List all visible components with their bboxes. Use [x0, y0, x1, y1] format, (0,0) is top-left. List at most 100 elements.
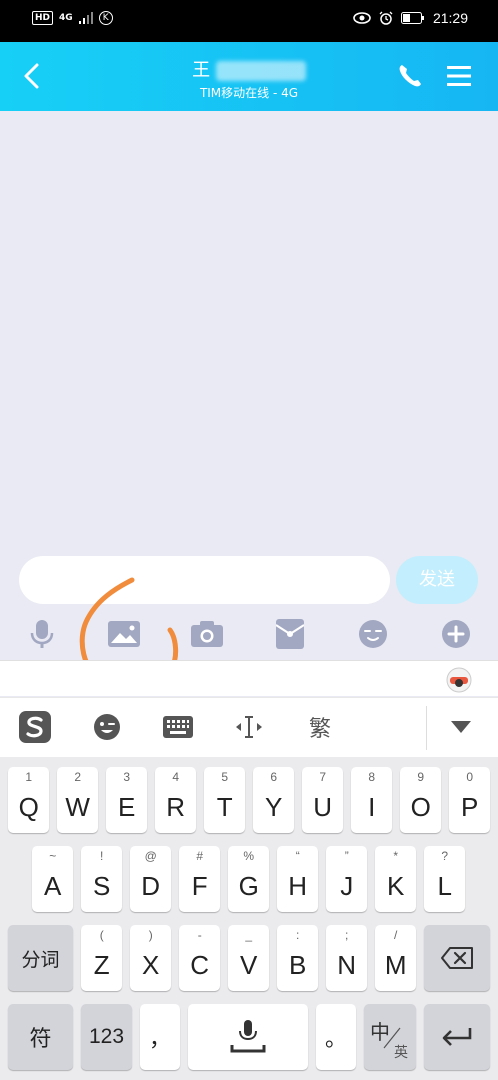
key-z[interactable]: (Z	[81, 925, 123, 991]
message-list[interactable]	[0, 111, 498, 551]
key-f[interactable]: # F	[179, 846, 221, 912]
status-bar: HD 4G K 21:29	[0, 0, 498, 42]
symbol-key[interactable]: 符	[8, 1004, 73, 1070]
key-k[interactable]: * K	[375, 846, 417, 912]
hd-icon: HD	[32, 11, 54, 25]
camera-button[interactable]	[189, 616, 225, 652]
voice-button[interactable]	[24, 616, 60, 652]
enter-key[interactable]	[424, 1004, 490, 1070]
red-packet-button[interactable]	[272, 616, 308, 652]
key-l[interactable]: ? L	[424, 846, 466, 912]
key-sub-label: _	[245, 928, 253, 942]
collapse-keyboard-button[interactable]	[446, 710, 476, 744]
backspace-key[interactable]	[424, 925, 490, 991]
more-button[interactable]	[438, 616, 474, 652]
numbers-key[interactable]: 123	[81, 1004, 132, 1070]
keyboard-icon	[163, 716, 193, 738]
ime-toolbar-divider	[426, 706, 427, 750]
backspace-icon	[441, 947, 473, 969]
image-icon	[108, 621, 140, 647]
eye-icon	[353, 12, 371, 24]
key-main-label: D	[141, 871, 161, 901]
key-g[interactable]: % G	[228, 846, 270, 912]
key-o[interactable]: 9O	[400, 767, 442, 833]
key-d[interactable]: @ D	[130, 846, 172, 912]
status-right: 21:29	[353, 10, 468, 26]
key-sub-label: 5	[221, 770, 229, 784]
key-main-label: U	[313, 792, 333, 822]
key-main-label: I	[368, 792, 376, 822]
period-key-label: 。	[324, 1026, 347, 1051]
key-sub-label: 0	[466, 770, 474, 784]
space-voice-key[interactable]	[188, 1004, 308, 1070]
key-e[interactable]: 3E	[106, 767, 148, 833]
key-t[interactable]: 5T	[204, 767, 246, 833]
key-q[interactable]: 1Q	[8, 767, 50, 833]
key-main-label: N	[337, 950, 357, 980]
cursor-move-icon	[236, 716, 262, 738]
ime-toolbar: 繁	[0, 697, 498, 757]
key-sub-label: 6	[270, 770, 278, 784]
comma-key[interactable]: ，	[140, 1004, 180, 1070]
key-n[interactable]: ; N	[326, 925, 368, 991]
segment-key-label: 分词	[21, 949, 60, 971]
key-sub-label: 8	[368, 770, 376, 784]
key-p[interactable]: 0P	[449, 767, 491, 833]
key-main-label: X	[142, 950, 160, 980]
ime-mascot-icon[interactable]	[446, 667, 472, 693]
chat-title-bar: 王 TIM移动在线 - 4G	[0, 42, 498, 111]
menu-icon[interactable]	[446, 64, 472, 88]
key-main-label: C	[190, 950, 210, 980]
alarm-icon	[379, 11, 393, 25]
key-m[interactable]: / M	[375, 925, 417, 991]
enter-icon	[442, 1028, 472, 1046]
language-switch-key[interactable]: 中 英	[364, 1004, 416, 1070]
triangle-down-icon	[451, 721, 471, 733]
key-main-label: W	[65, 792, 90, 822]
key-j[interactable]: ” J	[326, 846, 368, 912]
message-input[interactable]	[19, 556, 390, 604]
period-key[interactable]: 。	[316, 1004, 356, 1070]
key-sub-label: (	[99, 928, 104, 942]
key-sub-label: ”	[344, 849, 349, 863]
key-w[interactable]: 2W	[57, 767, 99, 833]
key-c[interactable]: -C	[179, 925, 221, 991]
name-blur-mask	[215, 61, 306, 81]
key-sub-label: #	[196, 849, 204, 863]
key-r[interactable]: 4R	[155, 767, 197, 833]
key-h[interactable]: “H	[277, 846, 319, 912]
key-sub-label: !	[100, 849, 104, 863]
key-main-label: A	[44, 871, 62, 901]
key-i[interactable]: 8I	[351, 767, 393, 833]
key-b[interactable]: :B	[277, 925, 319, 991]
comma-key-label: ，	[148, 1026, 171, 1051]
symbol-key-label: 符	[29, 1026, 52, 1051]
key-a[interactable]: ~ A	[32, 846, 74, 912]
key-s[interactable]: ! S	[81, 846, 123, 912]
key-main-label: G	[238, 871, 259, 901]
send-button[interactable]: 发送	[396, 556, 478, 604]
keyboard-switch-button[interactable]	[160, 710, 196, 744]
key-sub-label: 1	[25, 770, 33, 784]
sogou-logo-button[interactable]	[18, 710, 52, 744]
emoji-button[interactable]	[355, 616, 391, 652]
ime-candidate-strip	[0, 660, 498, 696]
key-u[interactable]: 7U	[302, 767, 344, 833]
cursor-move-button[interactable]	[231, 710, 267, 744]
traditional-chinese-button[interactable]: 繁	[302, 710, 338, 744]
sogou-logo-icon	[19, 711, 51, 743]
segment-key[interactable]: 分词	[8, 925, 73, 991]
key-x[interactable]: ) X	[130, 925, 172, 991]
phone-icon[interactable]	[396, 62, 424, 90]
image-button[interactable]	[106, 616, 142, 652]
key-v[interactable]: _ V	[228, 925, 270, 991]
key-main-label: F	[191, 871, 208, 901]
contact-name-text: 王	[192, 60, 211, 81]
k-app-icon: K	[98, 11, 113, 25]
key-main-label: O	[410, 792, 431, 822]
red-packet-icon	[276, 619, 304, 649]
key-main-label: Z	[93, 950, 110, 980]
ime-emoji-button[interactable]	[90, 710, 124, 744]
key-y[interactable]: 6Y	[253, 767, 295, 833]
key-main-label: Q	[18, 792, 39, 822]
